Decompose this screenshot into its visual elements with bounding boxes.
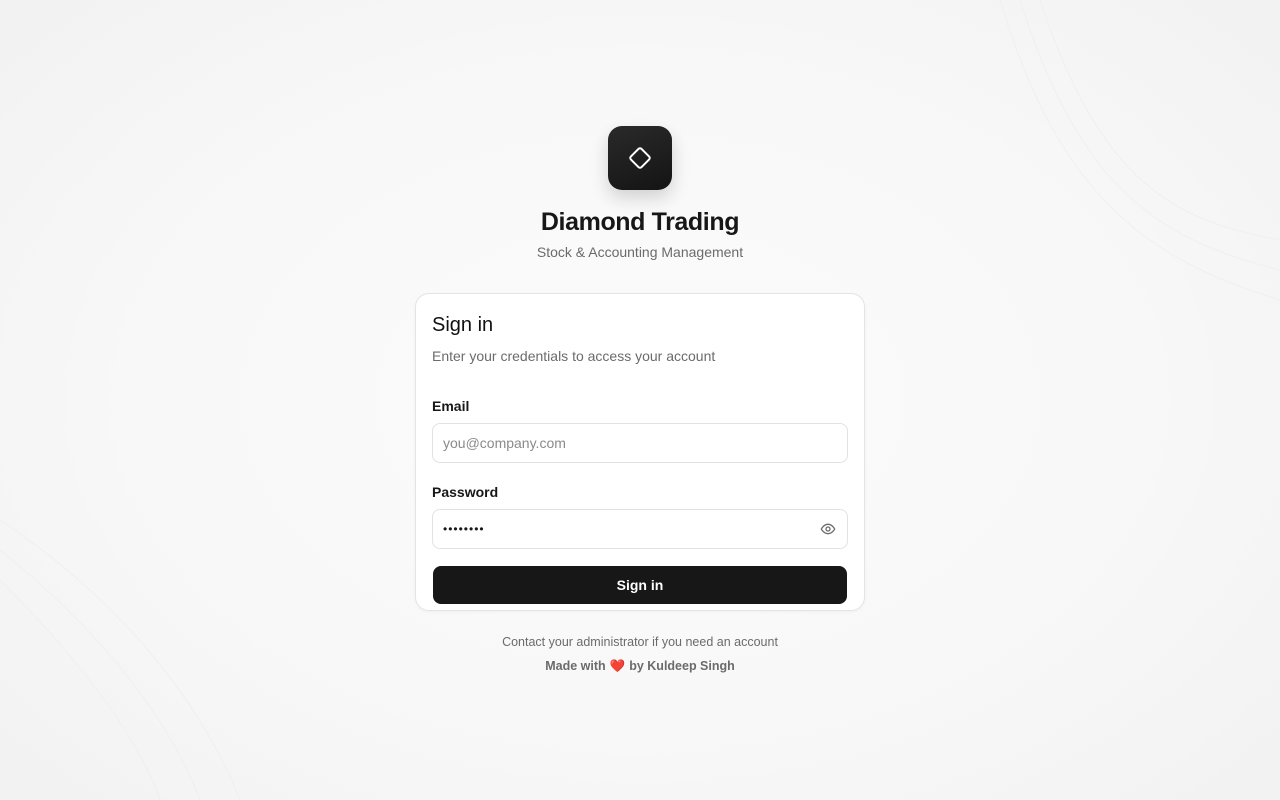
app-logo (608, 126, 672, 190)
password-label: Password (432, 484, 499, 500)
card-description: Enter your credentials to access your ac… (432, 348, 716, 364)
eye-icon (820, 523, 836, 535)
app-subtitle: Stock & Accounting Management (536, 244, 744, 260)
credit-author: by Kuldeep Singh (629, 659, 735, 673)
app-title: Diamond Trading (540, 208, 740, 236)
heart-icon: ❤️ (609, 659, 626, 673)
password-field-wrapper (432, 509, 848, 549)
email-label: Email (432, 398, 470, 414)
made-with-credit: Made with ❤️ by Kuldeep Singh (545, 658, 735, 674)
sign-in-button[interactable]: Sign in (433, 566, 847, 604)
contact-admin-note: Contact your administrator if you need a… (502, 635, 778, 649)
email-field[interactable] (432, 423, 848, 463)
card-title: Sign in (432, 314, 494, 336)
diamond-icon (629, 147, 651, 169)
password-field[interactable] (432, 509, 848, 549)
brand-header: Diamond Trading Stock & Accounting Manag… (0, 126, 1280, 261)
credit-prefix: Made with (545, 659, 606, 673)
sign-in-card: Sign in Enter your credentials to access… (415, 293, 865, 611)
footer: Contact your administrator if you need a… (0, 634, 1280, 674)
email-field-wrapper (432, 423, 848, 463)
show-password-button[interactable] (818, 519, 838, 539)
